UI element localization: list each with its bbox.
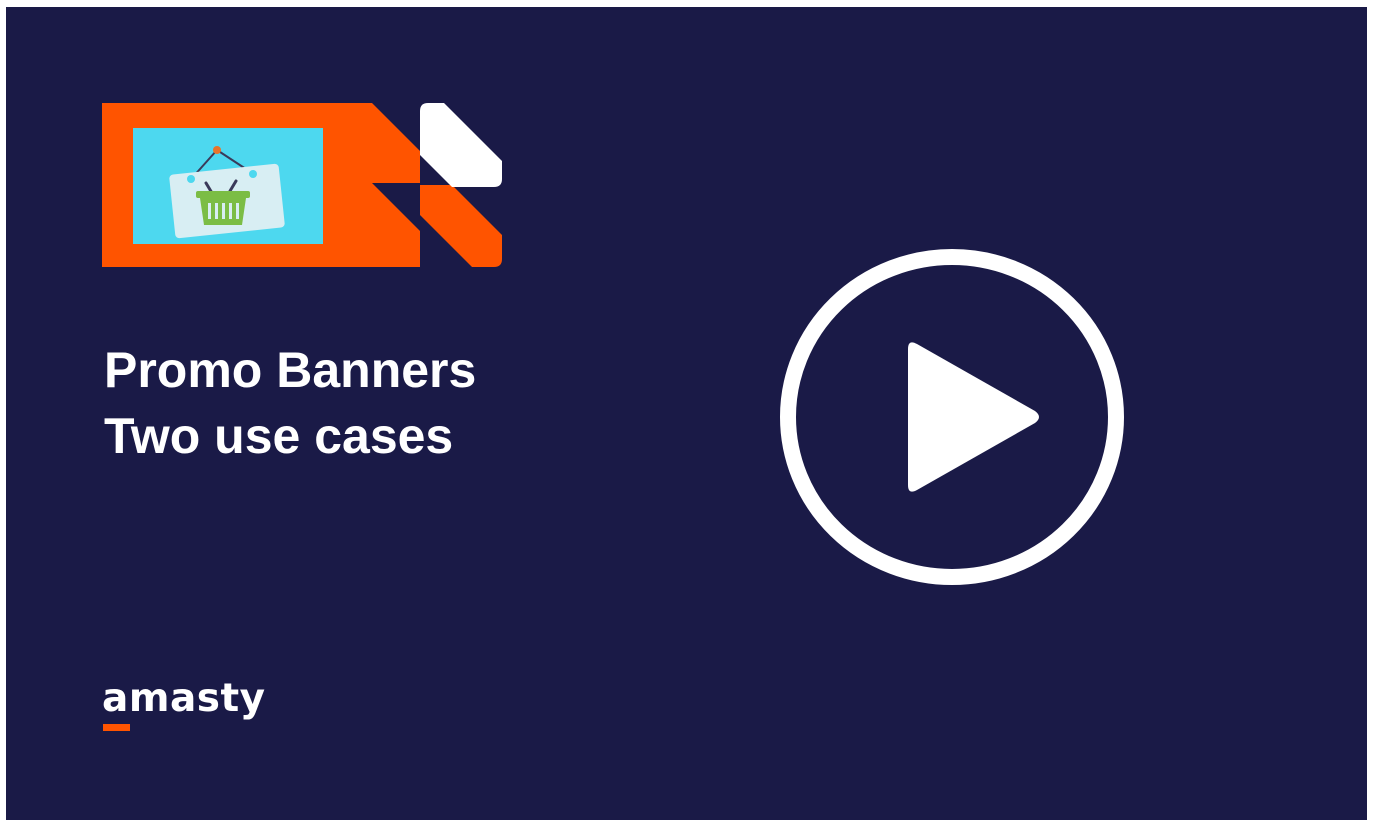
play-icon bbox=[908, 342, 1039, 492]
promo-banner-icon bbox=[102, 103, 502, 267]
amasty-logo: amasty bbox=[102, 676, 266, 721]
video-thumbnail[interactable]: Promo Banners Two use cases amasty bbox=[6, 7, 1367, 820]
logo-underline bbox=[103, 724, 130, 731]
video-title-line-2: Two use cases bbox=[104, 408, 454, 464]
video-title: Promo Banners Two use cases bbox=[104, 337, 476, 469]
play-button[interactable] bbox=[780, 249, 1124, 585]
video-title-line-1: Promo Banners bbox=[104, 342, 477, 398]
